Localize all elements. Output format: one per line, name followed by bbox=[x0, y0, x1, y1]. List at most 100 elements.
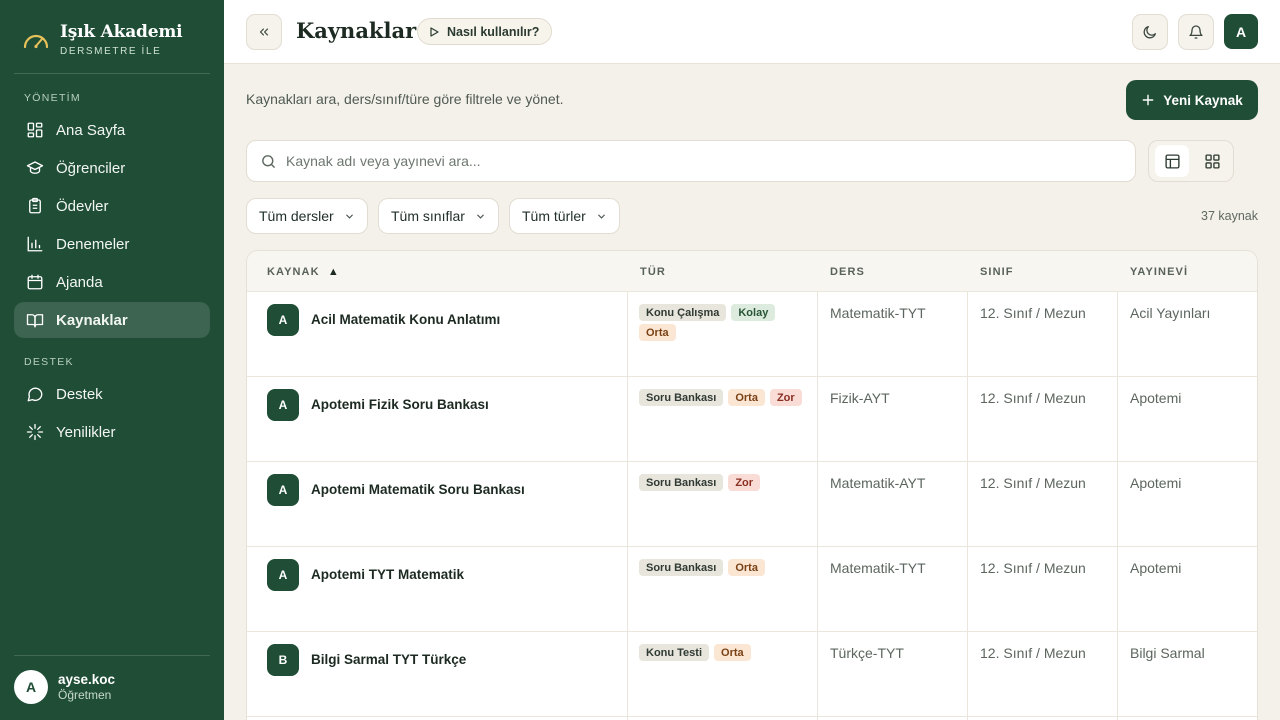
sidebar-item-ogrenciler[interactable]: Öğrenciler bbox=[14, 150, 210, 186]
sidebar-item-yenilikler[interactable]: Yenilikler bbox=[14, 414, 210, 450]
column-header-sinif[interactable]: SINIF bbox=[980, 266, 1014, 278]
column-header-label: KAYNAK bbox=[267, 266, 320, 278]
type-badge: Soru Bankası bbox=[639, 559, 724, 576]
type-badge: Soru Bankası bbox=[639, 389, 724, 406]
graduation-cap-icon bbox=[26, 161, 44, 174]
header-avatar[interactable]: A bbox=[1224, 14, 1258, 49]
sidebar-item-label: Ana Sayfa bbox=[56, 121, 126, 139]
cell-sinif: 12. Sınıf / Mezun bbox=[980, 305, 1086, 321]
cell-ders: Türkçe-TYT bbox=[830, 645, 904, 661]
difficulty-badge: Orta bbox=[714, 644, 751, 661]
resources-table: KAYNAK ▲ TÜR DERS SINIF YAYINEVİ A Acil M… bbox=[246, 250, 1258, 720]
search-icon bbox=[262, 154, 275, 168]
bell-icon bbox=[1189, 25, 1203, 39]
brand-title: Işık Akademi bbox=[60, 22, 183, 42]
play-icon bbox=[430, 26, 439, 37]
resource-avatar: B bbox=[267, 644, 299, 676]
sidebar-divider bbox=[14, 655, 210, 656]
type-badges: Konu Çalışma Kolay Orta bbox=[639, 304, 809, 341]
grid-view-button[interactable] bbox=[1195, 145, 1229, 177]
filter-label: Tüm sınıflar bbox=[391, 208, 465, 224]
sidebar-item-label: Destek bbox=[56, 385, 103, 403]
chevron-down-icon bbox=[477, 214, 484, 219]
brand[interactable]: Işık Akademi DERSMETRE İLE bbox=[22, 22, 183, 57]
collapse-sidebar-button[interactable] bbox=[246, 14, 282, 50]
moon-icon bbox=[1143, 26, 1156, 39]
cell-yayinevi: Apotemi bbox=[1130, 390, 1182, 406]
column-header-tur[interactable]: TÜR bbox=[640, 266, 666, 278]
table-row[interactable]: A Apotemi Matematik Soru Bankası Soru Bank… bbox=[247, 462, 1257, 547]
sidebar-item-kaynaklar[interactable]: Kaynaklar bbox=[14, 302, 210, 338]
cell-yayinevi: Apotemi bbox=[1130, 560, 1182, 576]
section-label-support: DESTEK bbox=[24, 356, 74, 368]
resource-avatar: A bbox=[267, 559, 299, 591]
table-row[interactable]: A Apotemi Fizik Soru Bankası Soru Bankası O… bbox=[247, 377, 1257, 462]
resource-name[interactable]: Apotemi Fizik Soru Bankası bbox=[311, 397, 489, 412]
brand-subtitle: DERSMETRE İLE bbox=[60, 46, 162, 57]
theme-toggle-button[interactable] bbox=[1132, 14, 1168, 50]
cell-sinif: 12. Sınıf / Mezun bbox=[980, 560, 1086, 576]
sidebar-item-ana-sayfa[interactable]: Ana Sayfa bbox=[14, 112, 210, 148]
plus-icon bbox=[1142, 94, 1154, 106]
table-row[interactable]: B Bilgi Sarmal TYT Türkçe Konu Testi Orta Tü… bbox=[247, 632, 1257, 717]
resource-name[interactable]: Acil Matematik Konu Anlatımı bbox=[311, 312, 500, 327]
avatar: A bbox=[14, 670, 48, 704]
topbar: Kaynaklar Nasıl kullanılır? A bbox=[224, 0, 1280, 64]
sidebar-item-destek[interactable]: Destek bbox=[14, 376, 210, 412]
notifications-button[interactable] bbox=[1178, 14, 1214, 50]
sidebar-item-odevler[interactable]: Ödevler bbox=[14, 188, 210, 224]
difficulty-badge: Zor bbox=[728, 474, 761, 491]
user-profile[interactable]: A ayse.koc Öğretmen bbox=[14, 670, 115, 704]
cell-yayinevi: Bilgi Sarmal bbox=[1130, 645, 1205, 661]
sidebar-item-label: Öğrenciler bbox=[56, 159, 126, 177]
difficulty-badge: Zor bbox=[769, 389, 802, 406]
cell-sinif: 12. Sınıf / Mezun bbox=[980, 390, 1086, 406]
how-to-use-button[interactable]: Nasıl kullanılır? bbox=[417, 18, 553, 45]
table-row[interactable]: A Apotemi TYT Matematik Soru Bankası Orta Ma… bbox=[247, 547, 1257, 632]
chevrons-left-icon bbox=[259, 28, 269, 36]
grid-view-icon bbox=[1204, 153, 1220, 169]
section-label-manage: YÖNETİM bbox=[24, 92, 81, 104]
chevron-down-icon bbox=[345, 214, 353, 219]
cell-ders: Matematik-TYT bbox=[830, 560, 926, 576]
resource-avatar: A bbox=[267, 304, 299, 336]
table-view-button[interactable] bbox=[1155, 145, 1189, 177]
sidebar: Işık Akademi DERSMETRE İLE YÖNETİM Ana S… bbox=[0, 0, 224, 720]
cell-sinif: 12. Sınıf / Mezun bbox=[980, 645, 1086, 661]
user-role: Öğretmen bbox=[58, 688, 112, 702]
sidebar-item-denemeler[interactable]: Denemeler bbox=[14, 226, 210, 262]
filter-grades-dropdown[interactable]: Tüm sınıflar bbox=[378, 198, 499, 234]
difficulty-badge: Kolay bbox=[731, 304, 776, 321]
column-header-kaynak[interactable]: KAYNAK ▲ bbox=[267, 266, 340, 278]
sidebar-item-ajanda[interactable]: Ajanda bbox=[14, 264, 210, 300]
page-title: Kaynaklar bbox=[296, 18, 417, 43]
column-header-yayinevi[interactable]: YAYINEVİ bbox=[1130, 266, 1188, 278]
type-badges: Soru Bankası Orta bbox=[639, 559, 809, 576]
resource-name[interactable]: Apotemi TYT Matematik bbox=[311, 567, 464, 582]
table-row[interactable]: A Acil Matematik Konu Anlatımı Konu Çalışm… bbox=[247, 292, 1257, 377]
new-resource-button[interactable]: Yeni Kaynak bbox=[1126, 80, 1258, 120]
cell-ders: Fizik-AYT bbox=[830, 390, 890, 406]
search-input[interactable] bbox=[286, 153, 1106, 169]
sidebar-divider bbox=[14, 73, 210, 74]
sidebar-item-label: Denemeler bbox=[56, 235, 130, 253]
resource-name[interactable]: Apotemi Matematik Soru Bankası bbox=[311, 482, 525, 497]
sparkle-icon bbox=[26, 423, 44, 441]
clipboard-icon bbox=[29, 197, 41, 214]
difficulty-badge: Orta bbox=[728, 389, 765, 406]
type-badges: Soru Bankası Zor bbox=[639, 474, 809, 491]
resource-avatar: A bbox=[267, 474, 299, 506]
type-badges: Soru Bankası Orta Zor bbox=[639, 389, 809, 406]
message-circle-icon bbox=[27, 387, 43, 402]
filter-lessons-dropdown[interactable]: Tüm dersler bbox=[246, 198, 368, 234]
difficulty-badge: Orta bbox=[639, 324, 676, 341]
resource-name[interactable]: Bilgi Sarmal TYT Türkçe bbox=[311, 652, 466, 667]
new-resource-label: Yeni Kaynak bbox=[1163, 92, 1243, 108]
bar-chart-icon bbox=[27, 236, 43, 252]
type-badge: Konu Çalışma bbox=[639, 304, 727, 321]
search-bar[interactable] bbox=[246, 140, 1136, 182]
filter-types-dropdown[interactable]: Tüm türler bbox=[509, 198, 620, 234]
column-header-ders[interactable]: DERS bbox=[830, 266, 865, 278]
sidebar-item-label: Ajanda bbox=[56, 273, 103, 291]
table-header: KAYNAK ▲ TÜR DERS SINIF YAYINEVİ bbox=[247, 251, 1257, 292]
